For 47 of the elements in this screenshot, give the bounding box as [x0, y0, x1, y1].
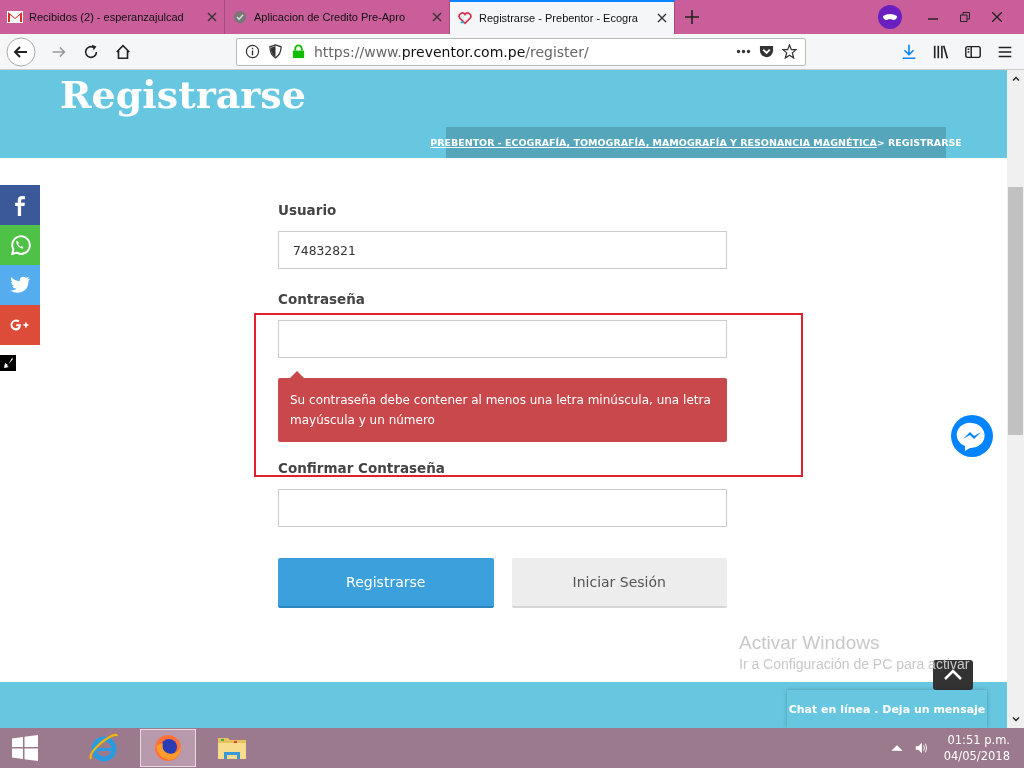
scroll-thumb[interactable]	[1008, 187, 1023, 435]
clock-date[interactable]: 04/05/2018	[943, 748, 1010, 764]
clock-time[interactable]: 01:51 p.m.	[947, 732, 1010, 748]
input-field[interactable]	[278, 489, 727, 527]
speaker-icon[interactable]	[913, 741, 928, 755]
close-icon[interactable]	[657, 13, 667, 23]
fox-globe-icon	[152, 732, 184, 764]
breadcrumb-link[interactable]: PREBENTOR - ECOGRAFÍA, TOMOGRAFÍA, MAMOGRAFÍA Y RESONANCIA MAGNÉTICA	[430, 137, 877, 148]
windows-start-icon[interactable]	[12, 735, 38, 761]
page-title: Registrarse	[60, 72, 306, 118]
input-field[interactable]: 74832821	[278, 231, 727, 269]
error-tooltip: Su contraseña debe contener al menos una letra minúscula, una letra mayúscula y un número	[278, 378, 727, 442]
shield-icon[interactable]	[268, 44, 283, 59]
check-circle-icon	[232, 10, 248, 24]
input-field[interactable]	[278, 320, 727, 358]
field-label: Confirmar Contraseña	[278, 460, 446, 478]
mail-icon	[7, 10, 23, 24]
whatsapp-icon	[9, 234, 31, 256]
back-icon[interactable]	[6, 36, 36, 67]
bird-icon	[9, 274, 31, 296]
info-icon[interactable]	[245, 44, 260, 59]
breadcrumb-current: > REGISTRARSE	[876, 137, 962, 148]
star-icon[interactable]	[782, 44, 797, 59]
mask-icon[interactable]	[878, 5, 902, 29]
download-icon[interactable]	[900, 42, 918, 61]
restore-icon[interactable]	[960, 12, 970, 22]
browser-tab[interactable]: Registrarse - Prebentor - Ecogra	[450, 0, 675, 34]
pocket-icon[interactable]	[759, 44, 774, 59]
taskbar-app[interactable]	[140, 729, 196, 767]
register-button[interactable]: Registrarse	[278, 558, 494, 608]
share-button[interactable]	[0, 305, 40, 345]
home-icon[interactable]	[114, 42, 132, 61]
scroll-up-icon[interactable]	[1010, 74, 1021, 84]
share-button[interactable]	[0, 185, 40, 225]
url-text: https://www.preventor.com.pe/register/	[314, 43, 589, 60]
lock-icon[interactable]	[291, 44, 306, 59]
login-button[interactable]: Iniciar Sesión	[511, 558, 727, 608]
field-label: Contraseña	[278, 291, 366, 309]
field-label: Usuario	[278, 202, 338, 220]
tooltip-arrow-icon	[290, 371, 304, 378]
address-bar[interactable]: https://www.preventor.com.pe/register/	[236, 37, 806, 66]
reload-icon[interactable]	[82, 42, 100, 61]
scroll-down-icon[interactable]	[1010, 714, 1021, 724]
heart-icon	[457, 11, 473, 25]
scrollbar[interactable]	[1007, 70, 1024, 728]
browser-e-icon	[88, 732, 120, 764]
new-tab-icon[interactable]	[685, 10, 699, 24]
